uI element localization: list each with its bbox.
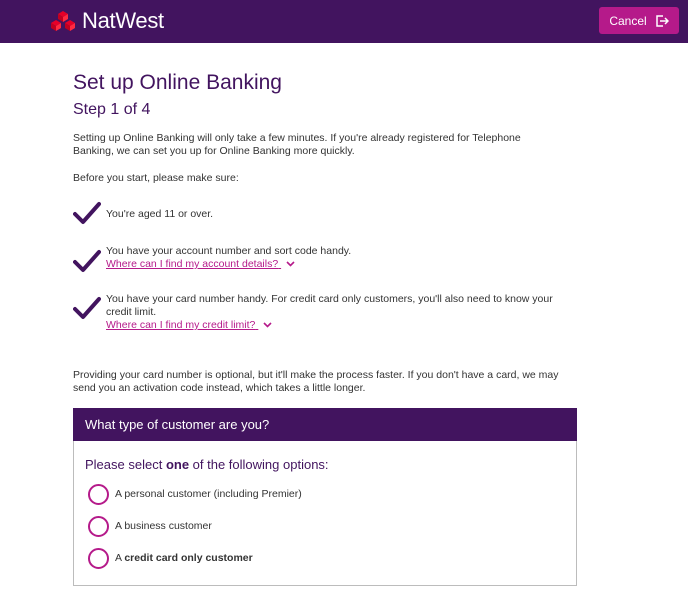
option-label-bold: credit card only customer	[124, 552, 253, 564]
credit-limit-link-label: Where can I find my credit limit?	[106, 319, 256, 331]
chevron-down-icon	[263, 322, 272, 328]
exit-icon	[655, 14, 669, 27]
checklist-item-card-number: You have your card number handy. For cre…	[73, 293, 556, 332]
top-bar: NatWest Cancel	[0, 0, 688, 43]
select-prompt: Please select one of the following optio…	[85, 457, 329, 473]
chevron-down-icon	[286, 261, 295, 267]
cancel-label: Cancel	[609, 13, 647, 28]
checkmark-icon	[73, 202, 101, 224]
natwest-logo[interactable]: NatWest	[50, 8, 164, 34]
page-title: Set up Online Banking	[73, 71, 282, 94]
radio-empty-icon[interactable]	[88, 516, 109, 537]
radio-empty-icon[interactable]	[88, 548, 109, 569]
checklist-text: You have your card number handy. For cre…	[106, 293, 553, 305]
natwest-cubes-icon	[51, 11, 75, 31]
checklist-item-age: You're aged 11 or over.	[73, 201, 213, 225]
option-credit-card-customer[interactable]: A credit card only customer	[88, 548, 253, 569]
step-indicator: Step 1 of 4	[73, 101, 151, 118]
option-label-text: A business customer	[115, 520, 212, 532]
prompt-emphasis: one	[165, 457, 190, 472]
option-label: A credit card only customer	[115, 552, 253, 565]
credit-limit-link[interactable]: Where can I find my credit limit?	[106, 319, 272, 332]
brand-name: NatWest	[82, 8, 164, 33]
option-business-customer[interactable]: A business customer	[88, 516, 212, 537]
checklist-text: You have your account number and sort co…	[106, 245, 352, 257]
option-label-text: A personal customer (including Premier)	[115, 488, 302, 500]
account-details-link[interactable]: Where can I find my account details?	[106, 258, 295, 271]
prompt-text-end: of the following options:	[189, 457, 329, 472]
checkmark-icon	[73, 250, 101, 272]
customer-type-panel: What type of customer are you? Please se…	[73, 408, 577, 586]
prompt-text-start: Please select	[85, 457, 166, 472]
before-you-start-text: Before you start, please make sure:	[73, 172, 239, 184]
card-optional-text: Providing your card number is optional, …	[73, 369, 559, 394]
account-details-link-label: Where can I find my account details?	[106, 258, 279, 270]
cancel-button[interactable]: Cancel	[599, 7, 679, 34]
radio-empty-icon[interactable]	[88, 484, 109, 505]
panel-heading: What type of customer are you?	[73, 408, 577, 441]
option-label: A business customer	[115, 520, 212, 533]
checklist-item-account-details: You have your account number and sort co…	[73, 245, 351, 273]
option-personal-customer[interactable]: A personal customer (including Premier)	[88, 484, 302, 505]
option-label: A personal customer (including Premier)	[115, 488, 302, 501]
intro-text: Setting up Online Banking will only take…	[73, 132, 521, 157]
checklist-text-continued: credit limit.	[106, 306, 157, 318]
checklist-text: You're aged 11 or over.	[106, 208, 214, 220]
option-label-text: A	[115, 552, 125, 564]
checkmark-icon	[73, 297, 101, 319]
